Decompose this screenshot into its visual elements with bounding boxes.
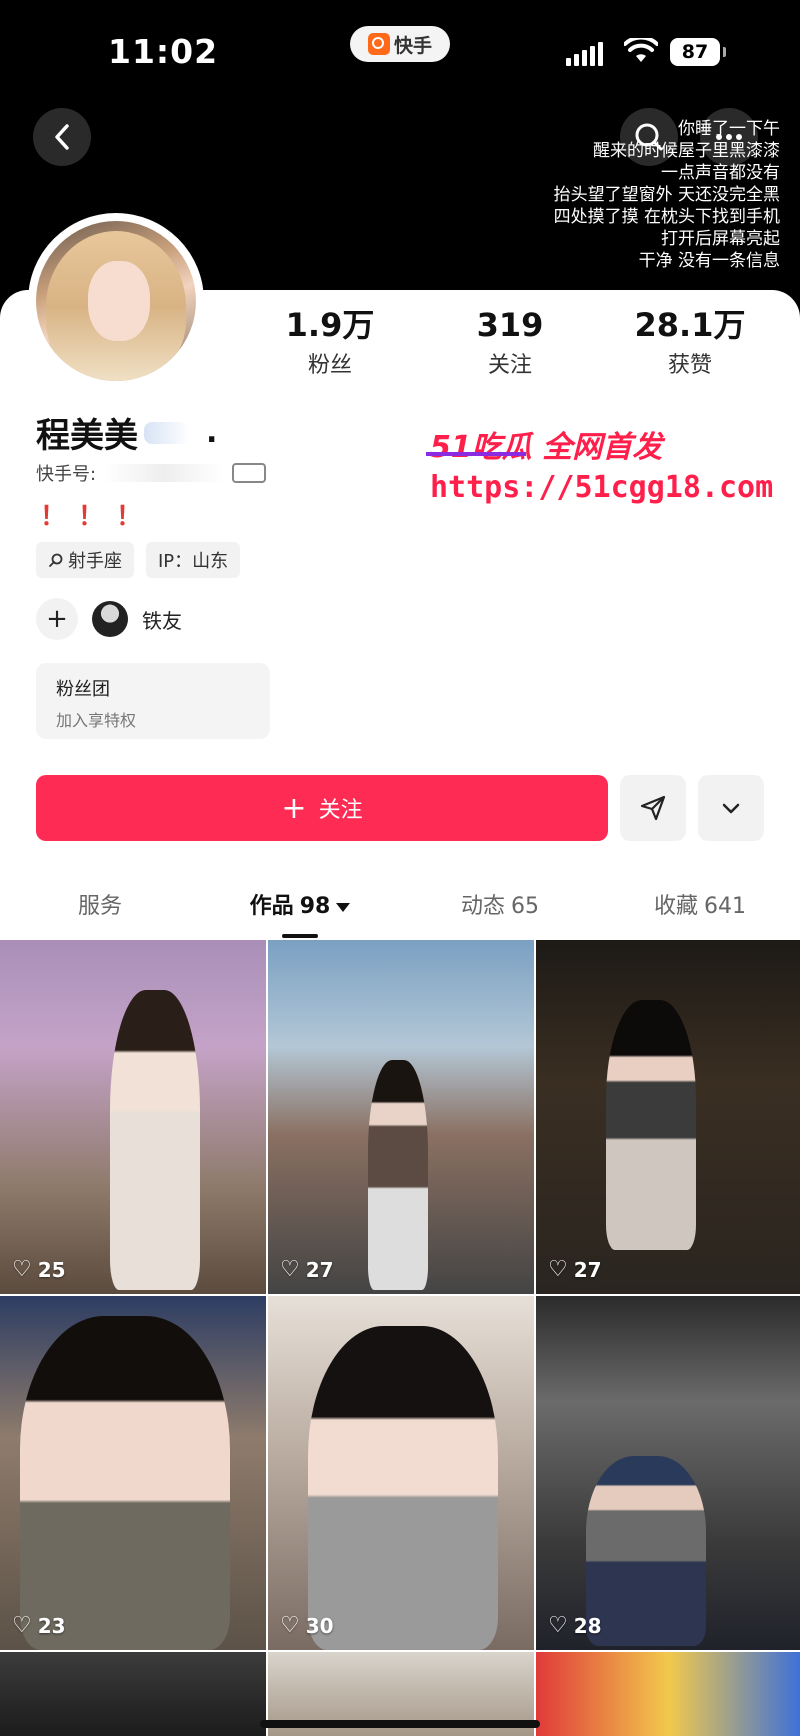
tab-count: 98	[299, 894, 331, 919]
watermark-url: https://51cgg18.com	[430, 470, 774, 505]
status-time: 11:02	[108, 32, 219, 71]
video-thumbnail[interactable]: ♡ 27	[536, 940, 800, 1294]
video-thumbnail[interactable]: ♡ 27	[268, 940, 534, 1294]
profile-bio: ！！！	[40, 502, 155, 532]
status-bar: 11:02 快手 87	[0, 0, 800, 105]
wifi-icon	[624, 38, 658, 62]
app-name: 快手	[393, 34, 432, 57]
friend-label[interactable]: 铁友	[142, 605, 182, 634]
profile-name-text: 程美美	[36, 416, 138, 456]
header-poem: 你睡了一下午 醒来的时候屋子里黑漆漆 一点声音都没有 抬头望了望窗外 天还没完全…	[554, 118, 780, 272]
kwai-id: 快手号:	[36, 460, 267, 486]
back-button[interactable]	[33, 108, 91, 166]
heart-icon: ♡	[12, 1257, 32, 1282]
search-icon	[49, 553, 63, 567]
recommend-dropdown-button[interactable]	[698, 775, 764, 841]
app-indicator-pill: 快手	[350, 26, 450, 62]
watermark-title: 51吃瓜 全网首发	[430, 430, 663, 465]
kuaishou-logo-icon	[367, 33, 390, 55]
copy-icon[interactable]	[232, 463, 267, 483]
poem-line: 干净 没有一条信息	[638, 251, 780, 271]
video-thumbnail[interactable]: ♡ 25	[0, 940, 266, 1294]
kwai-id-value-blurred	[104, 464, 225, 482]
heart-icon: ♡	[280, 1613, 300, 1638]
heart-icon: ♡	[280, 1257, 300, 1282]
stat-value: 1.9万	[285, 306, 375, 344]
video-grid: ♡ 25 ♡ 27 ♡ 27 ♡ 23 ♡ 30 ♡ 28	[0, 940, 800, 1736]
caret-down-icon	[336, 902, 351, 912]
tab-moments[interactable]: 动态 65	[400, 880, 600, 940]
stat-label: 粉丝	[307, 353, 352, 378]
video-thumbnail[interactable]	[536, 1652, 800, 1736]
stat-fans[interactable]: 1.9万 粉丝	[240, 305, 420, 385]
kwai-id-label: 快手号:	[36, 464, 97, 485]
tag-label: IP：山东	[158, 551, 229, 572]
tag-ip-location: IP：山东	[146, 542, 241, 578]
like-count: ♡ 25	[12, 1257, 66, 1282]
stat-label: 获赞	[667, 353, 712, 378]
avatar[interactable]	[36, 221, 196, 381]
home-indicator[interactable]	[260, 1720, 540, 1728]
like-count: ♡ 27	[548, 1257, 602, 1282]
like-count: ♡ 30	[280, 1613, 334, 1638]
stat-likes[interactable]: 28.1万 获赞	[600, 305, 780, 385]
chevron-down-icon	[722, 803, 740, 814]
poem-line: 一点声音都没有	[661, 163, 780, 183]
poem-line: 醒来的时候屋子里黑漆漆	[593, 141, 780, 161]
fan-club-title: 粉丝团	[56, 679, 110, 700]
like-count: ♡ 27	[280, 1257, 334, 1282]
stat-label: 关注	[487, 353, 532, 378]
follow-label: 关注	[318, 798, 363, 823]
friend-avatar[interactable]	[92, 601, 128, 637]
watermark: 51吃瓜 全网首发 https://51cgg18.com	[426, 422, 790, 505]
profile-tags: 射手座 IP：山东	[36, 542, 241, 578]
video-thumbnail[interactable]: ♡ 23	[0, 1296, 266, 1650]
name-badge-icon	[144, 421, 190, 444]
tab-count: 65	[511, 894, 539, 919]
video-thumbnail[interactable]: ♡ 28	[536, 1296, 800, 1650]
tab-works[interactable]: 作品 98	[200, 880, 400, 940]
heart-icon: ♡	[548, 1613, 568, 1638]
plus-icon: +	[281, 790, 307, 826]
like-count: ♡ 23	[12, 1613, 66, 1638]
heart-icon: ♡	[12, 1613, 32, 1638]
stat-value: 319	[476, 306, 544, 344]
tag-zodiac[interactable]: 射手座	[36, 542, 134, 578]
chevron-left-icon	[55, 124, 69, 150]
tab-services[interactable]: 服务	[0, 880, 200, 940]
profile-name-suffix: .	[206, 415, 218, 450]
video-thumbnail[interactable]	[0, 1652, 266, 1736]
send-icon	[640, 795, 666, 821]
tab-label: 收藏	[653, 894, 698, 919]
poem-line: 你睡了一下午	[678, 119, 780, 139]
video-thumbnail[interactable]: ♡ 30	[268, 1296, 534, 1650]
profile-tabs: 服务 作品 98 动态 65 收藏 641	[0, 880, 800, 940]
fan-club-card[interactable]: 粉丝团 加入享特权	[36, 663, 270, 739]
tag-label: 射手座	[68, 551, 122, 572]
add-friend-button[interactable]: +	[36, 598, 78, 640]
tab-count: 641	[704, 894, 746, 919]
poem-line: 四处摸了摸 在枕头下找到手机	[553, 207, 780, 227]
stat-following[interactable]: 319 关注	[420, 305, 600, 385]
like-count: ♡ 28	[548, 1613, 602, 1638]
poem-line: 打开后屏幕亮起	[661, 229, 780, 249]
friend-row: + 铁友	[36, 598, 182, 640]
battery-indicator: 87	[670, 38, 726, 66]
stat-value: 28.1万	[634, 306, 746, 344]
fan-club-subtitle: 加入享特权	[56, 711, 137, 730]
signal-icon	[566, 42, 603, 66]
heart-icon: ♡	[548, 1257, 568, 1282]
profile-stats: 1.9万 粉丝 319 关注 28.1万 获赞	[240, 305, 780, 385]
profile-name: 程美美 .	[36, 408, 217, 457]
tab-favorites[interactable]: 收藏 641	[600, 880, 800, 940]
tab-label: 作品	[249, 894, 294, 919]
poem-line: 抬头望了望窗外 天还没完全黑	[553, 185, 780, 205]
tab-label: 动态	[460, 894, 505, 919]
follow-button[interactable]: + 关注	[36, 775, 608, 841]
share-button[interactable]	[620, 775, 686, 841]
tab-label: 服务	[77, 894, 122, 919]
